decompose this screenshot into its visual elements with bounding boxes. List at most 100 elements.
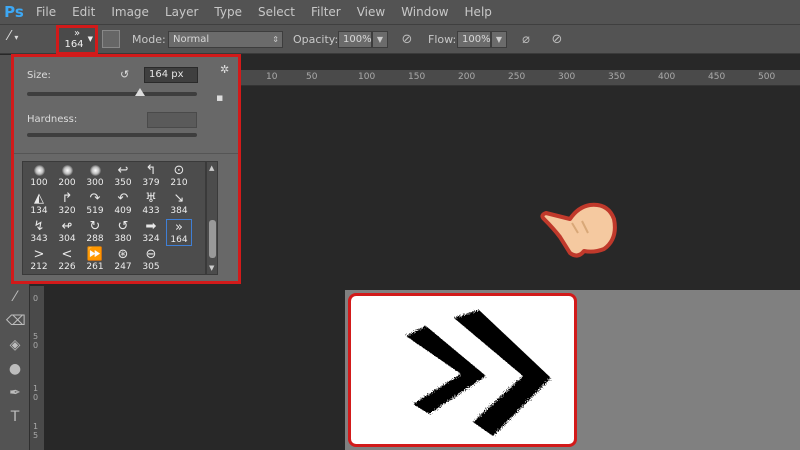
menu-filter[interactable]: Filter	[303, 0, 349, 24]
flow-label: Flow:	[428, 33, 457, 46]
brush-icon[interactable]: ⁄	[6, 288, 24, 306]
ruler-tick: 400	[658, 72, 676, 82]
brush-size-label: 288	[86, 234, 104, 244]
brush-preset-324[interactable]: ➡ 324	[138, 219, 164, 246]
brush-preset-226[interactable]: <226	[54, 247, 80, 274]
brush-size-label: 380	[114, 234, 132, 244]
menu-edit[interactable]: Edit	[64, 0, 103, 24]
brush-preset-212[interactable]: >212	[26, 247, 52, 274]
opacity-field[interactable]: 100%	[338, 31, 372, 48]
pen-icon[interactable]: ✒	[6, 384, 24, 402]
pressure-opacity-icon[interactable]: ⊘	[398, 31, 416, 49]
ruler-tick: 350	[608, 72, 626, 82]
brush-preset-261[interactable]: ⏩ 261	[82, 247, 108, 274]
brush-preset-200[interactable]: 200	[54, 163, 80, 190]
opacity-dropdown[interactable]: ▼	[372, 31, 388, 48]
brush-tip-icon: ↻	[89, 219, 101, 234]
ruler-tick: 450	[708, 72, 726, 82]
mode-select[interactable]: Normal ⇕	[168, 31, 283, 48]
brush-preset-519[interactable]: ↷ 519	[82, 191, 108, 218]
brush-size-label: 304	[58, 234, 76, 244]
brush-preset-409[interactable]: ↶ 409	[110, 191, 136, 218]
ruler-tick: 200	[458, 72, 476, 82]
brush-tip-icon: ↩	[117, 163, 129, 178]
brush-preset-343[interactable]: ↯ 343	[26, 219, 52, 246]
brush-preset-384[interactable]: ↘ 384	[166, 191, 192, 218]
reset-size-icon[interactable]: ↺	[120, 68, 129, 81]
scroll-down-icon[interactable]: ▼	[209, 264, 214, 272]
flow-value: 100%	[462, 34, 491, 45]
brush-size-label: 379	[142, 178, 160, 188]
brush-size-label: 164	[170, 235, 188, 245]
brush-size-label: 261	[86, 262, 104, 272]
canvas-document[interactable]	[348, 293, 577, 447]
brush-tip-icon	[82, 163, 108, 178]
size-slider[interactable]	[27, 88, 197, 96]
ruler-tick: 500	[758, 72, 776, 82]
type-icon[interactable]: T	[6, 408, 24, 426]
scroll-up-icon[interactable]: ▲	[209, 164, 214, 172]
brush-grid-scrollbar[interactable]: ▲ ▼	[206, 161, 218, 275]
hardness-label: Hardness:	[27, 114, 78, 125]
size-slider-thumb[interactable]	[135, 88, 145, 96]
brush-preset-300[interactable]: 300	[82, 163, 108, 190]
brush-preset-picker[interactable]: » 164 ▼	[56, 25, 98, 55]
paint-bucket-icon[interactable]: ◈	[6, 336, 24, 354]
menu-view[interactable]: View	[349, 0, 393, 24]
brush-size-label: 212	[30, 262, 48, 272]
brush-preset-210[interactable]: ⊙ 210	[166, 163, 192, 190]
brush-preset-288[interactable]: ↻ 288	[82, 219, 108, 246]
eraser-icon[interactable]: ⌫	[6, 312, 26, 330]
gear-icon[interactable]: ✲	[220, 63, 229, 76]
pressure-size-icon[interactable]: ⊘	[548, 31, 566, 49]
ruler-tick: 10	[266, 72, 278, 82]
brush-tip-icon: ⏩	[86, 247, 104, 262]
menu-image[interactable]: Image	[103, 0, 157, 24]
brush-preset-304[interactable]: ↫ 304	[54, 219, 80, 246]
menu-type[interactable]: Type	[206, 0, 250, 24]
menu-help[interactable]: Help	[457, 0, 500, 24]
brush-tip-icon: >	[33, 247, 45, 262]
brush-size-label: 305	[142, 262, 160, 272]
brush-size-label: 320	[58, 206, 76, 216]
menu-layer[interactable]: Layer	[157, 0, 206, 24]
brush-tip-icon: ↫	[61, 219, 73, 234]
size-input[interactable]: 164 px	[144, 67, 198, 83]
flow-dropdown[interactable]: ▼	[491, 31, 507, 48]
brush-preset-433[interactable]: ♅ 433	[138, 191, 164, 218]
tool-preset-picker[interactable]: ⁄ ▾	[8, 29, 44, 51]
menu-window[interactable]: Window	[393, 0, 456, 24]
dodge-icon[interactable]: ●	[6, 360, 24, 378]
toggle-brush-panel-button[interactable]	[102, 30, 120, 48]
scroll-thumb[interactable]	[209, 220, 216, 258]
brush-tip-icon: ↷	[89, 191, 101, 206]
flow-field[interactable]: 100%	[457, 31, 491, 48]
left-ruler: 0 50 10 15	[30, 286, 44, 450]
brush-preset-305[interactable]: ⊖ 305	[138, 247, 164, 274]
brush-preset-380[interactable]: ↺ 380	[110, 219, 136, 246]
brush-preset-164[interactable]: » 164	[166, 219, 192, 246]
menu-select[interactable]: Select	[250, 0, 303, 24]
brush-tip-icon: ↶	[117, 191, 129, 206]
brush-preset-100[interactable]: 100	[26, 163, 52, 190]
brush-tip-icon: ♅	[145, 191, 157, 206]
ruler-tick: 300	[558, 72, 576, 82]
opacity-label: Opacity:	[293, 33, 339, 46]
brush-preset-247[interactable]: ⊛ 247	[110, 247, 136, 274]
brush-presets-grid: 100 200 300 ↩ 350 ↰ 379 ⊙ 210 ◭ 134 ↱ 320 ↷ 519 ↶ 409 ♅ 43…	[22, 161, 206, 275]
brush-preset-379[interactable]: ↰ 379	[138, 163, 164, 190]
brush-size-label: 210	[170, 178, 188, 188]
brush-preset-350[interactable]: ↩ 350	[110, 163, 136, 190]
brush-icon: ⁄	[8, 29, 11, 44]
menu-file[interactable]: File	[28, 0, 64, 24]
mode-label: Mode:	[132, 33, 166, 46]
new-preset-icon[interactable]: ▪	[216, 91, 223, 104]
brush-size-label: 350	[114, 178, 132, 188]
ruler-tick: 150	[408, 72, 426, 82]
airbrush-icon[interactable]: ⌀	[517, 31, 535, 49]
brush-preset-320[interactable]: ↱ 320	[54, 191, 80, 218]
brush-tip-icon: ↰	[145, 163, 157, 178]
brush-preset-134[interactable]: ◭ 134	[26, 191, 52, 218]
brush-size-label: 324	[142, 234, 160, 244]
menu-bar: Ps File Edit Image Layer Type Select Fil…	[0, 0, 800, 24]
